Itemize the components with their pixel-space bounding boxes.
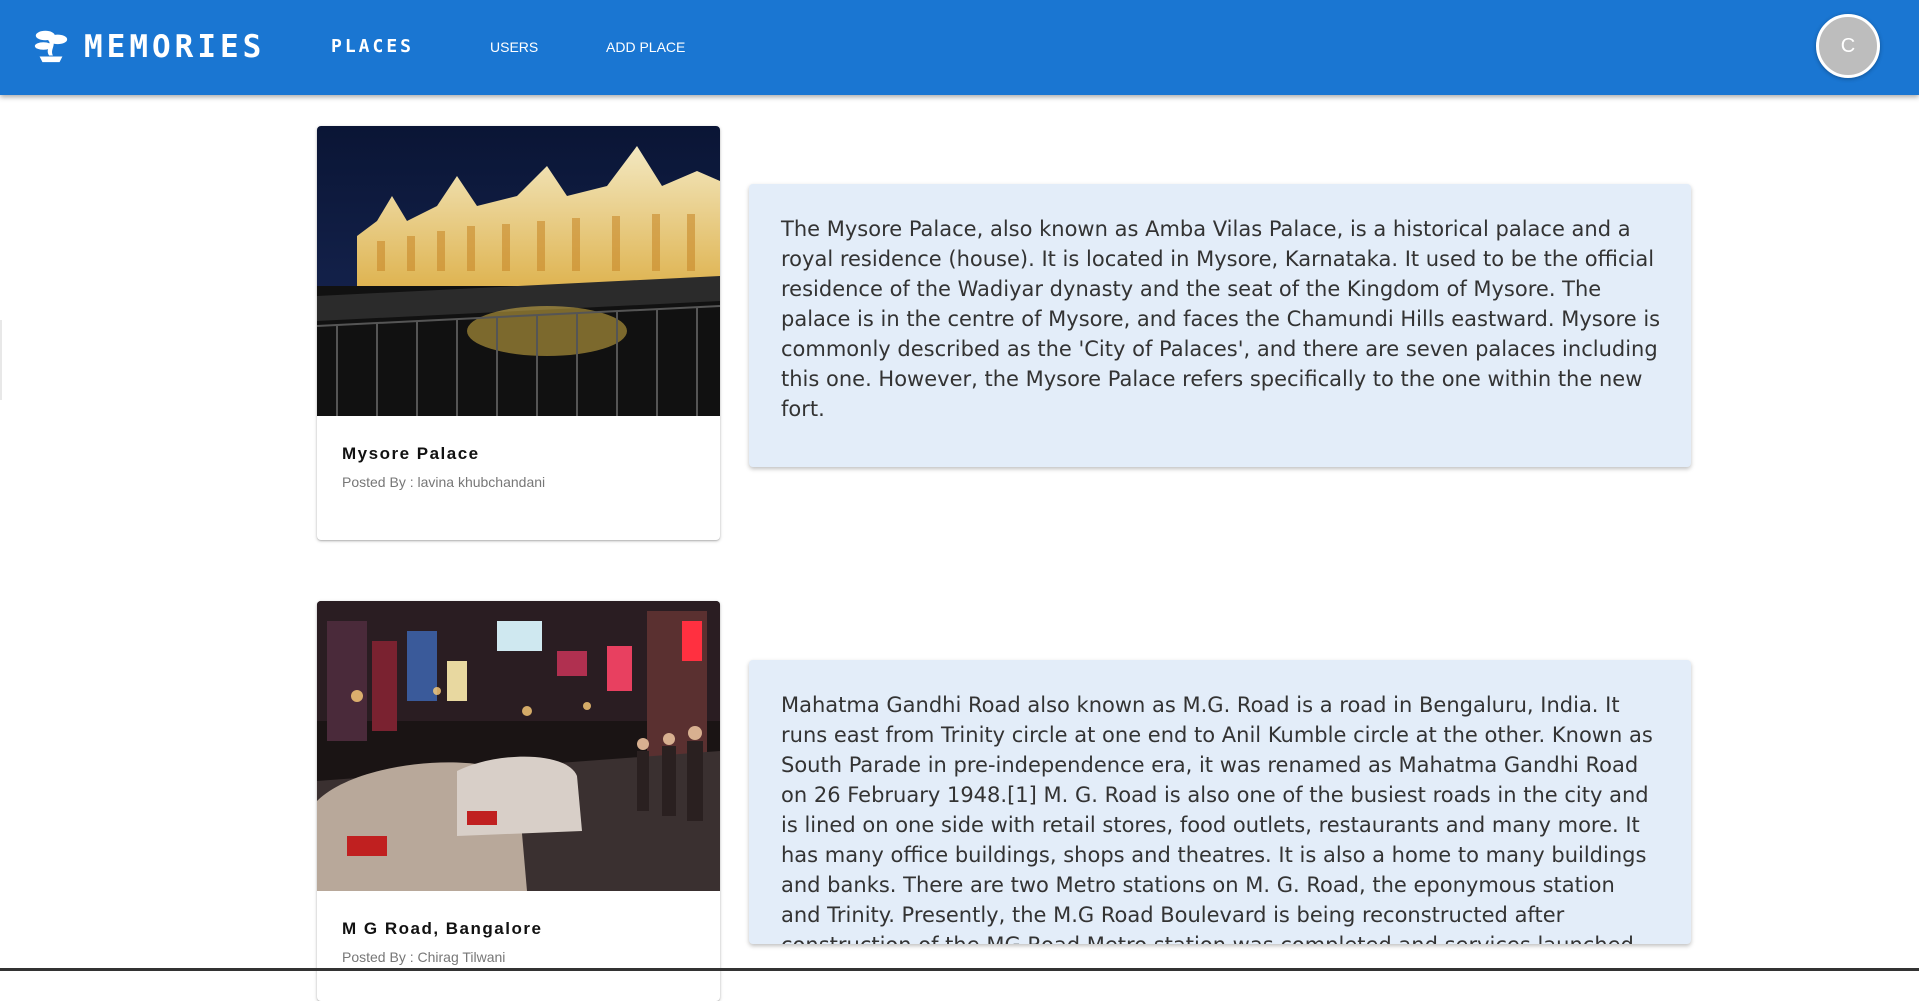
bonsai-tree-icon[interactable]: [32, 26, 70, 66]
user-avatar[interactable]: C: [1816, 14, 1880, 78]
place-title: M G Road, Bangalore: [342, 919, 543, 938]
place-description: The Mysore Palace, also known as Amba Vi…: [781, 217, 1661, 421]
place-description-panel: The Mysore Palace, also known as Amba Vi…: [749, 184, 1691, 467]
brand-title[interactable]: MEMORIES: [84, 28, 265, 66]
place-description: Mahatma Gandhi Road also known as M.G. R…: [781, 693, 1653, 944]
place-card[interactable]: M G Road, Bangalore Posted By : Chirag T…: [317, 601, 720, 1001]
palace-photo: [317, 126, 720, 416]
nav-places-link[interactable]: PLACES: [331, 36, 414, 58]
nav-users-link[interactable]: USERS: [490, 38, 538, 56]
posted-by: Posted By : lavina khubchandani: [342, 474, 546, 490]
posted-by: Posted By : Chirag Tilwani: [342, 949, 506, 965]
place-title: Mysore Palace: [342, 444, 480, 463]
page-edge-divider: [0, 320, 2, 400]
place-description-panel: Mahatma Gandhi Road also known as M.G. R…: [749, 660, 1691, 944]
place-card[interactable]: Mysore Palace Posted By : lavina khubcha…: [317, 126, 720, 540]
app-bar: MEMORIES PLACES USERS ADD PLACE C: [0, 0, 1919, 95]
nav-add-place-link[interactable]: ADD PLACE: [606, 38, 685, 56]
street-photo: [317, 601, 720, 891]
